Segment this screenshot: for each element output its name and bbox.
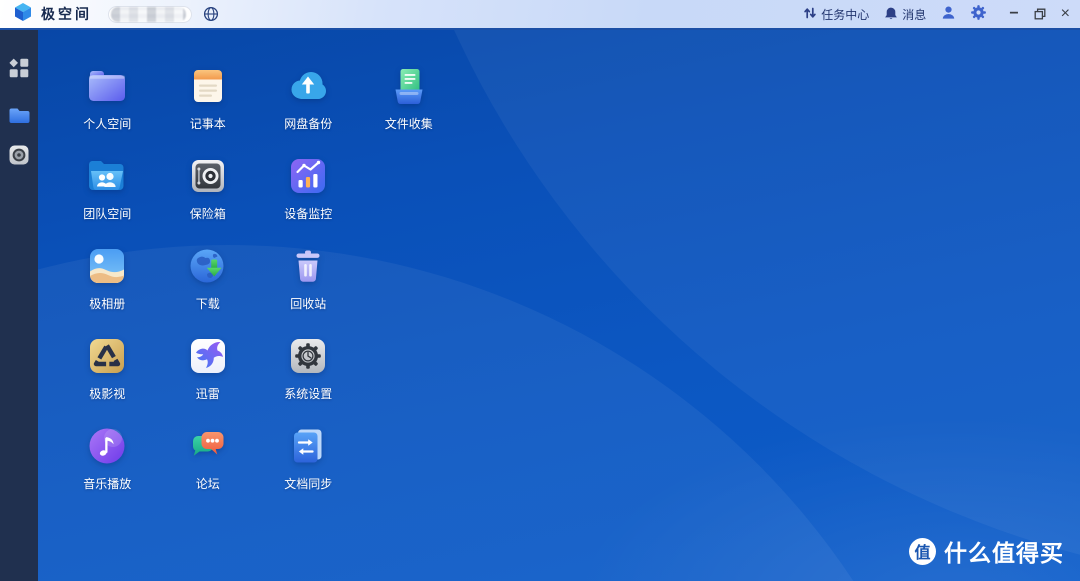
sidebar-item-disc[interactable] (0, 147, 38, 167)
titlebar-left: 极空间 (12, 1, 219, 28)
zspace-logo-icon (12, 1, 34, 28)
smzdm-watermark-text: 什么值得买 (944, 534, 1064, 568)
app-label: 设备监控 (284, 205, 332, 222)
music-player-icon (84, 423, 130, 469)
app-label: 系统设置 (284, 385, 332, 402)
app-tile-device-monitor[interactable]: 设备监控 (258, 153, 359, 243)
gear-icon (971, 5, 986, 23)
app-label: 下载 (196, 295, 220, 312)
app-tile-safe-box[interactable]: 保险箱 (158, 153, 259, 243)
globe-icon[interactable] (203, 6, 219, 22)
settings-button[interactable] (971, 5, 986, 23)
minimize-button[interactable]: − (1009, 6, 1018, 22)
recycle-bin-icon (285, 243, 331, 289)
movie-center-icon (84, 333, 130, 379)
forum-chat-icon (185, 423, 231, 469)
app-label: 记事本 (190, 115, 226, 132)
app-tile-forum[interactable]: 论坛 (158, 423, 259, 513)
app-label: 保险箱 (190, 205, 226, 222)
smzdm-badge-icon: 值 (909, 538, 936, 565)
user-icon (941, 5, 956, 23)
app-tile-cloud-backup[interactable]: 网盘备份 (258, 63, 359, 153)
device-monitor-chart-icon (285, 153, 331, 199)
app-grid-row: 团队空间 (57, 153, 459, 243)
system-settings-gear-icon (285, 333, 331, 379)
messages-button[interactable]: 消息 (884, 6, 926, 23)
app-label: 论坛 (196, 475, 220, 492)
app-label: 极相册 (89, 295, 125, 312)
app-title: 极空间 (41, 4, 92, 24)
disc-icon (9, 145, 29, 170)
censored-device-name-pill[interactable] (108, 6, 192, 23)
app-label: 回收站 (290, 295, 326, 312)
app-label: 文档同步 (284, 475, 332, 492)
app-tile-music-player[interactable]: 音乐播放 (57, 423, 158, 513)
app-label: 极影视 (89, 385, 125, 402)
messages-label: 消息 (902, 6, 926, 23)
task-center-arrows-icon (803, 6, 817, 23)
user-button[interactable] (941, 5, 956, 23)
app-tile-xunlei[interactable]: 迅雷 (158, 333, 259, 423)
app-tile-document-sync[interactable]: 文档同步 (258, 423, 359, 513)
app-tile-photo-album[interactable]: 极相册 (57, 243, 158, 333)
app-tile-file-collection[interactable]: 文件收集 (359, 63, 460, 153)
file-collection-icon (386, 63, 432, 109)
sidebar-item-files[interactable] (0, 107, 38, 127)
app-grid-row: 个人空间 记事本 (57, 63, 459, 153)
app-label: 文件收集 (385, 115, 433, 132)
safe-box-icon (185, 153, 231, 199)
cloud-upload-backup-icon (285, 63, 331, 109)
photo-album-icon (84, 243, 130, 289)
titlebar-right: 任务中心 消息 (803, 5, 1070, 23)
blue-folder-icon (9, 106, 30, 129)
app-tile-personal-space[interactable]: 个人空间 (57, 63, 158, 153)
xunlei-bird-icon (185, 333, 231, 379)
restore-window-button[interactable] (1034, 8, 1046, 20)
personal-space-folder-icon (84, 63, 130, 109)
bell-icon (884, 6, 898, 23)
apps-grid-icon (9, 58, 29, 83)
titlebar: 极空间 任务中心 (0, 0, 1080, 30)
window-controls: − × (1009, 6, 1070, 22)
app-tile-download[interactable]: 下载 (158, 243, 259, 333)
document-sync-icon (285, 423, 331, 469)
app-grid: 个人空间 记事本 (57, 63, 459, 513)
app-tile-notepad[interactable]: 记事本 (158, 63, 259, 153)
sidebar (0, 30, 38, 581)
team-space-folder-icon (84, 153, 130, 199)
app-grid-row: 极相册 (57, 243, 459, 333)
sidebar-item-apps[interactable] (0, 60, 38, 80)
app-label: 音乐播放 (83, 475, 131, 492)
app-label: 个人空间 (83, 115, 131, 132)
task-center-button[interactable]: 任务中心 (803, 6, 869, 23)
app-label: 迅雷 (196, 385, 220, 402)
app-tile-movie-center[interactable]: 极影视 (57, 333, 158, 423)
app-tile-team-space[interactable]: 团队空间 (57, 153, 158, 243)
app-tile-recycle-bin[interactable]: 回收站 (258, 243, 359, 333)
app-tile-system-settings[interactable]: 系统设置 (258, 333, 359, 423)
desktop: 个人空间 记事本 (38, 30, 1080, 581)
app-grid-row: 极影视 迅雷 (57, 333, 459, 423)
mosaic-blur (111, 7, 186, 22)
download-globe-icon (185, 243, 231, 289)
task-center-label: 任务中心 (821, 6, 869, 23)
smzdm-watermark: 值 什么值得买 (909, 534, 1064, 568)
app-label: 团队空间 (83, 205, 131, 222)
close-button[interactable]: × (1061, 6, 1070, 22)
notepad-icon (185, 63, 231, 109)
app-grid-row: 音乐播放 (57, 423, 459, 513)
app-label: 网盘备份 (284, 115, 332, 132)
